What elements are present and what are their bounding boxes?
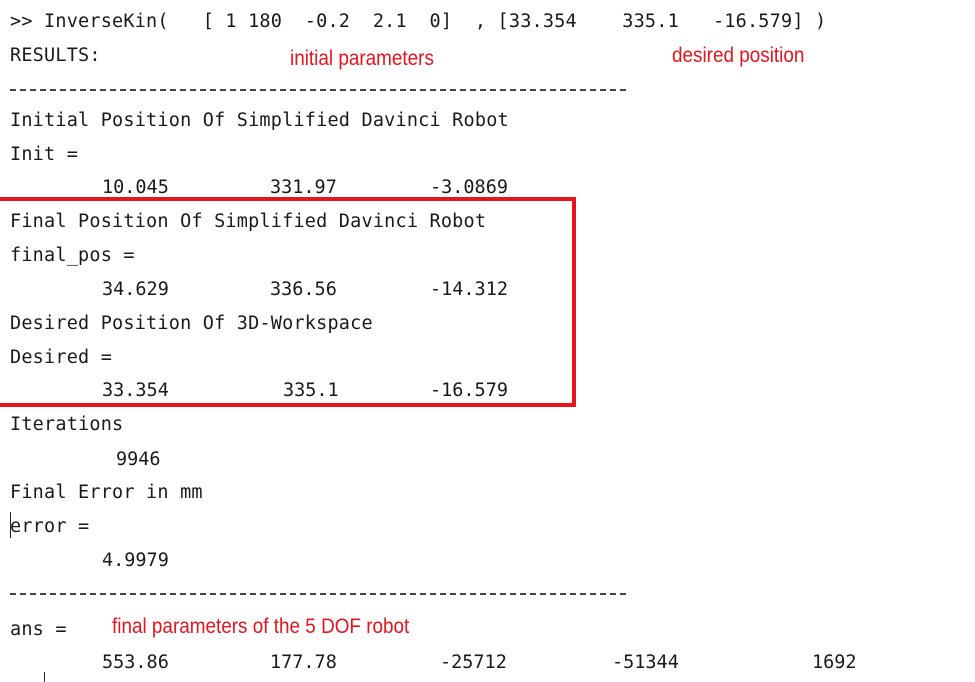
- final-value-z: -14.312: [430, 279, 508, 300]
- final-value-y: 336.56: [270, 279, 337, 300]
- ans-value-5: 1692: [812, 652, 857, 673]
- iterations-value: 9946: [116, 449, 161, 470]
- ans-variable: ans =: [10, 619, 67, 640]
- desired-value-x: 33.354: [102, 380, 169, 401]
- error-variable: error =: [10, 516, 90, 537]
- ans-value-3: -25712: [440, 652, 507, 673]
- annotation-desired-position: desired position: [672, 44, 805, 67]
- text-cursor: [10, 512, 11, 538]
- final-heading: Final Position Of Simplified Davinci Rob…: [10, 211, 487, 232]
- annotation-initial-parameters: initial parameters: [290, 47, 434, 70]
- init-variable: Init =: [10, 144, 79, 165]
- error-heading: Final Error in mm: [10, 482, 203, 503]
- desired-value-y: 335.1: [283, 380, 339, 401]
- separator-line: [10, 89, 626, 91]
- command-line: >> InverseKin( [ 1 180 -0.2 2.1 0] , [33…: [10, 11, 827, 32]
- desired-variable: Desired =: [10, 347, 113, 368]
- final-value-x: 34.629: [102, 279, 169, 300]
- annotation-final-parameters: final parameters of the 5 DOF robot: [112, 615, 410, 638]
- command-window[interactable]: >> InverseKin( [ 1 180 -0.2 2.1 0] , [33…: [0, 0, 975, 682]
- iterations-heading: Iterations: [10, 414, 124, 435]
- init-heading: Initial Position Of Simplified Davinci R…: [10, 110, 509, 131]
- prompt-caret: [44, 672, 45, 682]
- separator-line-bottom: [10, 593, 626, 595]
- desired-heading: Desired Position Of 3D-Workspace: [10, 313, 373, 334]
- desired-value-z: -16.579: [430, 380, 508, 401]
- error-value: 4.9979: [102, 550, 169, 571]
- ans-value-4: -51344: [612, 652, 679, 673]
- ans-value-1: 553.86: [102, 652, 169, 673]
- results-label: RESULTS:: [10, 45, 101, 66]
- final-variable: final_pos =: [10, 245, 135, 266]
- ans-value-2: 177.78: [270, 652, 337, 673]
